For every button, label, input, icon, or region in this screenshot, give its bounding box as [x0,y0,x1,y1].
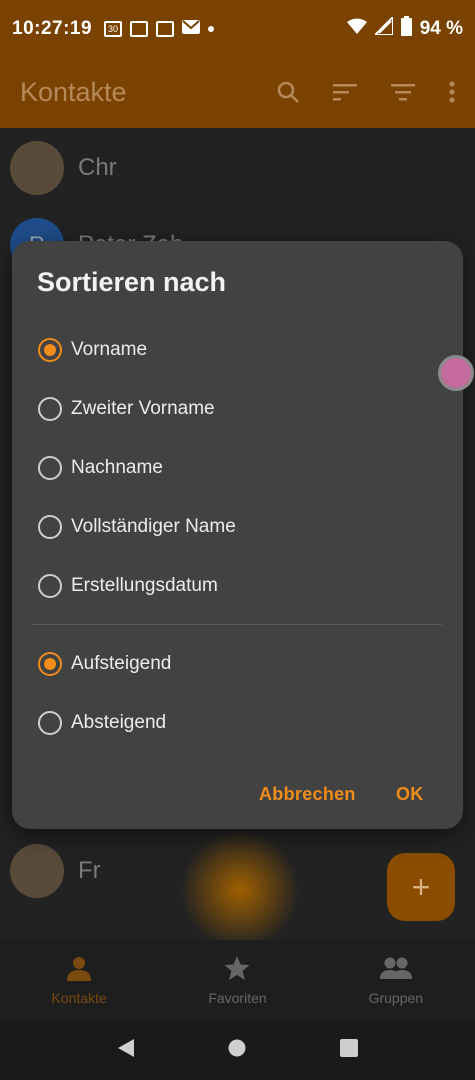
sort-dialog: Sortieren nach Vorname Zweiter Vorname N… [12,241,463,829]
status-bar: 10:27:19 30 94 % [0,0,475,58]
option-label: Erstellungsdatum [71,575,218,596]
app-title: Kontakte [20,76,127,107]
sort-option-full-name[interactable]: Vollständiger Name [38,507,236,547]
radio-button[interactable] [38,574,62,598]
radio-button[interactable] [38,397,62,421]
cancel-button[interactable]: Abbrechen [259,784,356,805]
radio-button[interactable] [38,456,62,480]
person-icon [66,955,92,984]
list-item[interactable]: Fr [10,844,101,898]
contact-name: Chr [78,154,117,181]
bottom-navigation: Kontakte Favoriten Gruppen [0,940,475,1020]
nav-label: Gruppen [368,989,424,1006]
radio-button[interactable] [38,338,62,362]
touch-indicator [438,355,474,391]
sort-icon[interactable] [333,83,357,101]
option-label: Nachname [71,457,163,478]
radio-button[interactable] [38,515,62,539]
sort-option-creation-date[interactable]: Erstellungsdatum [38,566,218,606]
option-label: Zweiter Vorname [71,398,215,419]
search-icon[interactable] [277,81,299,103]
app-bar: Kontakte [0,62,475,122]
nav-label: Kontakte [51,989,107,1006]
wifi-icon [346,18,367,40]
radio-button[interactable] [38,711,62,735]
list-item[interactable]: Chr [10,141,117,195]
more-notifications-dot [208,26,215,32]
calendar-icon: 30 [104,21,123,37]
battery-icon [400,16,412,42]
avatar [10,141,64,195]
more-options-icon[interactable] [449,81,455,103]
app-notification-icon [130,21,149,37]
sort-option-first-name[interactable]: Vorname [38,330,147,370]
star-icon [224,955,250,984]
status-right: 94 % [346,14,463,42]
order-option-ascending[interactable]: Aufsteigend [38,644,171,684]
sort-option-last-name[interactable]: Nachname [38,448,163,488]
sort-option-middle-name[interactable]: Zweiter Vorname [38,389,215,429]
option-label: Vorname [71,339,148,360]
radio-button[interactable] [38,652,62,676]
notification-icons: 30 [104,18,215,40]
signal-icon [372,14,394,41]
app-bar-actions [277,81,455,103]
status-time: 10:27:19 [12,18,93,39]
recents-icon[interactable] [340,1038,359,1062]
background-glow [180,830,300,950]
nav-item-groups[interactable]: Gruppen [317,940,475,1020]
nav-item-favorites[interactable]: Favoriten [158,940,316,1020]
ok-button[interactable]: OK [396,784,424,805]
add-contact-button[interactable]: + [387,853,455,921]
nav-item-contacts[interactable]: Kontakte [0,940,158,1020]
system-navigation-bar [0,1020,475,1080]
divider [32,624,442,625]
home-icon[interactable] [228,1039,246,1062]
nav-label: Favoriten [208,989,267,1006]
option-label: Aufsteigend [71,653,172,674]
battery-percentage: 94 % [419,18,463,39]
filter-icon[interactable] [391,83,415,101]
top-bar: 10:27:19 30 94 % Kontakte [0,0,475,128]
order-option-descending[interactable]: Absteigend [38,703,166,743]
back-icon[interactable] [117,1038,135,1063]
dialog-title: Sortieren nach [37,267,227,297]
avatar [10,844,64,898]
option-label: Absteigend [71,712,167,733]
contact-name: Fr [78,857,101,884]
mail-icon [182,18,201,40]
app-notification-icon-2 [156,21,175,37]
option-label: Vollständiger Name [71,516,236,537]
group-icon [379,955,412,984]
